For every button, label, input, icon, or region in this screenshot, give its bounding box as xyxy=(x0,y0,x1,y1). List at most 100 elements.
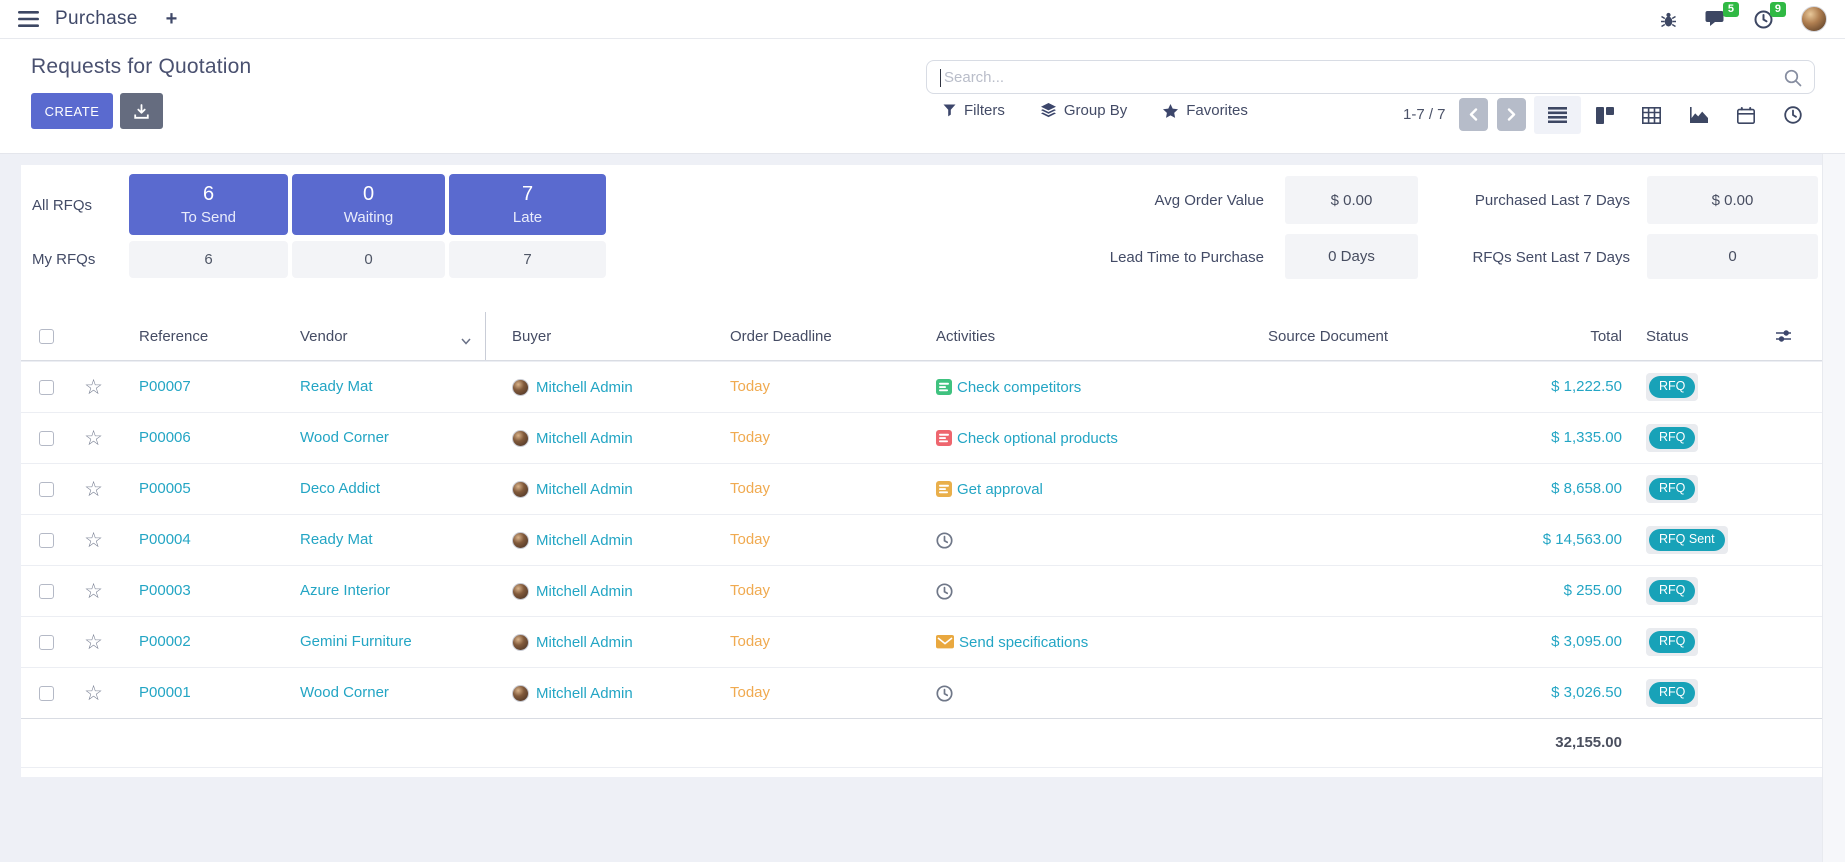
optional-columns-icon[interactable] xyxy=(1776,329,1792,347)
activity-label[interactable]: Check optional products xyxy=(957,430,1118,447)
buyer-link[interactable]: Mitchell Admin xyxy=(536,430,633,447)
activity-list-icon-green[interactable] xyxy=(936,379,952,395)
tile-waiting[interactable]: 0 Waiting xyxy=(292,174,445,235)
row-checkbox[interactable] xyxy=(39,482,54,497)
activities-clock-icon[interactable]: 9 xyxy=(1754,10,1773,29)
debug-bug-icon[interactable] xyxy=(1660,11,1677,28)
header-order-deadline[interactable]: Order Deadline xyxy=(721,328,926,345)
row-checkbox[interactable] xyxy=(39,380,54,395)
my-late-cell[interactable]: 7 xyxy=(449,241,606,278)
header-source-document[interactable]: Source Document xyxy=(1246,328,1531,345)
create-button[interactable]: CREATE xyxy=(31,93,113,129)
graph-view-button[interactable] xyxy=(1675,96,1722,134)
favorite-star-icon[interactable]: ☆ xyxy=(84,632,103,653)
header-buyer[interactable]: Buyer xyxy=(486,328,721,345)
row-checkbox[interactable] xyxy=(39,635,54,650)
favorite-star-icon[interactable]: ☆ xyxy=(84,581,103,602)
list-view-button[interactable] xyxy=(1534,96,1581,134)
reference-link[interactable]: P00004 xyxy=(139,531,191,548)
header-status[interactable]: Status xyxy=(1622,328,1822,345)
table-row[interactable]: ☆ P00002 Gemini Furniture Mitchell Admin… xyxy=(21,616,1822,667)
favorite-star-icon[interactable]: ☆ xyxy=(84,530,103,551)
reference-link[interactable]: P00006 xyxy=(139,429,191,446)
activity-clock-icon[interactable] xyxy=(936,583,953,600)
buyer-link[interactable]: Mitchell Admin xyxy=(536,532,633,549)
select-all-checkbox[interactable] xyxy=(39,329,54,344)
pager-previous-button[interactable] xyxy=(1459,98,1488,131)
favorite-star-icon[interactable]: ☆ xyxy=(84,428,103,449)
export-download-button[interactable] xyxy=(120,93,163,129)
row-checkbox[interactable] xyxy=(39,584,54,599)
pager-next-button[interactable] xyxy=(1497,98,1526,131)
buyer-link[interactable]: Mitchell Admin xyxy=(536,685,633,702)
reference-link[interactable]: P00007 xyxy=(139,378,191,395)
new-tab-plus-icon[interactable]: + xyxy=(166,8,178,31)
vendor-link[interactable]: Ready Mat xyxy=(300,378,373,395)
kanban-view-button[interactable] xyxy=(1581,96,1628,134)
total-amount: $ 14,563.00 xyxy=(1543,531,1622,548)
activity-clock-icon[interactable] xyxy=(936,685,953,702)
table-row[interactable]: ☆ P00004 Ready Mat Mitchell Admin Today … xyxy=(21,514,1822,565)
table-row[interactable]: ☆ P00005 Deco Addict Mitchell Admin Toda… xyxy=(21,463,1822,514)
vendor-link[interactable]: Wood Corner xyxy=(300,429,389,446)
favorite-star-icon[interactable]: ☆ xyxy=(84,479,103,500)
table-row[interactable]: ☆ P00001 Wood Corner Mitchell Admin Toda… xyxy=(21,667,1822,718)
user-avatar[interactable] xyxy=(1801,6,1827,32)
table-row[interactable]: ☆ P00003 Azure Interior Mitchell Admin T… xyxy=(21,565,1822,616)
search-input[interactable] xyxy=(927,61,1814,93)
table-row[interactable]: ☆ P00006 Wood Corner Mitchell Admin Toda… xyxy=(21,412,1822,463)
search-icon[interactable] xyxy=(1784,69,1802,92)
row-checkbox[interactable] xyxy=(39,686,54,701)
buyer-link[interactable]: Mitchell Admin xyxy=(536,481,633,498)
tile-to-send[interactable]: 6 To Send xyxy=(129,174,288,235)
my-waiting-cell[interactable]: 0 xyxy=(292,241,445,278)
reference-link[interactable]: P00002 xyxy=(139,633,191,650)
filters-button[interactable]: Filters xyxy=(943,102,1005,119)
buyer-avatar xyxy=(512,481,529,498)
header-reference[interactable]: Reference xyxy=(116,328,293,345)
header-total[interactable]: Total xyxy=(1531,328,1622,345)
favorite-star-icon[interactable]: ☆ xyxy=(84,683,103,704)
tile-late[interactable]: 7 Late xyxy=(449,174,606,235)
buyer-link[interactable]: Mitchell Admin xyxy=(536,583,633,600)
activity-label[interactable]: Get approval xyxy=(957,481,1043,498)
status-badge: RFQ xyxy=(1646,373,1698,401)
vendor-link[interactable]: Gemini Furniture xyxy=(300,633,412,650)
my-to-send-cell[interactable]: 6 xyxy=(129,241,288,278)
messages-icon[interactable]: 5 xyxy=(1705,10,1726,28)
vendor-link[interactable]: Azure Interior xyxy=(300,582,390,599)
app-title[interactable]: Purchase xyxy=(55,8,138,30)
activity-email-icon[interactable] xyxy=(936,635,954,649)
text-caret xyxy=(940,69,941,87)
vendor-link[interactable]: Wood Corner xyxy=(300,684,389,701)
pivot-view-button[interactable] xyxy=(1628,96,1675,134)
header-vendor[interactable]: Vendor xyxy=(293,312,486,360)
kpi-rfq-sent-7d-value: 0 xyxy=(1647,234,1818,279)
activity-view-icon xyxy=(1784,106,1802,124)
scrollbar-gutter[interactable] xyxy=(1822,154,1845,862)
row-checkbox[interactable] xyxy=(39,431,54,446)
activity-label[interactable]: Send specifications xyxy=(959,634,1088,651)
buyer-link[interactable]: Mitchell Admin xyxy=(536,379,633,396)
vendor-link[interactable]: Ready Mat xyxy=(300,531,373,548)
table-row[interactable]: ☆ P00007 Ready Mat Mitchell Admin Today … xyxy=(21,361,1822,412)
row-checkbox[interactable] xyxy=(39,533,54,548)
calendar-view-button[interactable] xyxy=(1722,96,1769,134)
page-title: Requests for Quotation xyxy=(31,55,251,79)
total-amount: $ 255.00 xyxy=(1564,582,1622,599)
reference-link[interactable]: P00005 xyxy=(139,480,191,497)
favorite-star-icon[interactable]: ☆ xyxy=(84,377,103,398)
reference-link[interactable]: P00003 xyxy=(139,582,191,599)
vendor-link[interactable]: Deco Addict xyxy=(300,480,380,497)
activity-list-icon-yellow[interactable] xyxy=(936,481,952,497)
group-by-button[interactable]: Group By xyxy=(1041,102,1127,119)
header-activities[interactable]: Activities xyxy=(926,328,1246,345)
buyer-link[interactable]: Mitchell Admin xyxy=(536,634,633,651)
activity-view-button[interactable] xyxy=(1769,96,1816,134)
activity-label[interactable]: Check competitors xyxy=(957,379,1081,396)
activity-clock-icon[interactable] xyxy=(936,532,953,549)
hamburger-menu-icon[interactable] xyxy=(18,11,39,27)
favorites-button[interactable]: Favorites xyxy=(1163,102,1248,119)
activity-list-icon-red[interactable] xyxy=(936,430,952,446)
reference-link[interactable]: P00001 xyxy=(139,684,191,701)
